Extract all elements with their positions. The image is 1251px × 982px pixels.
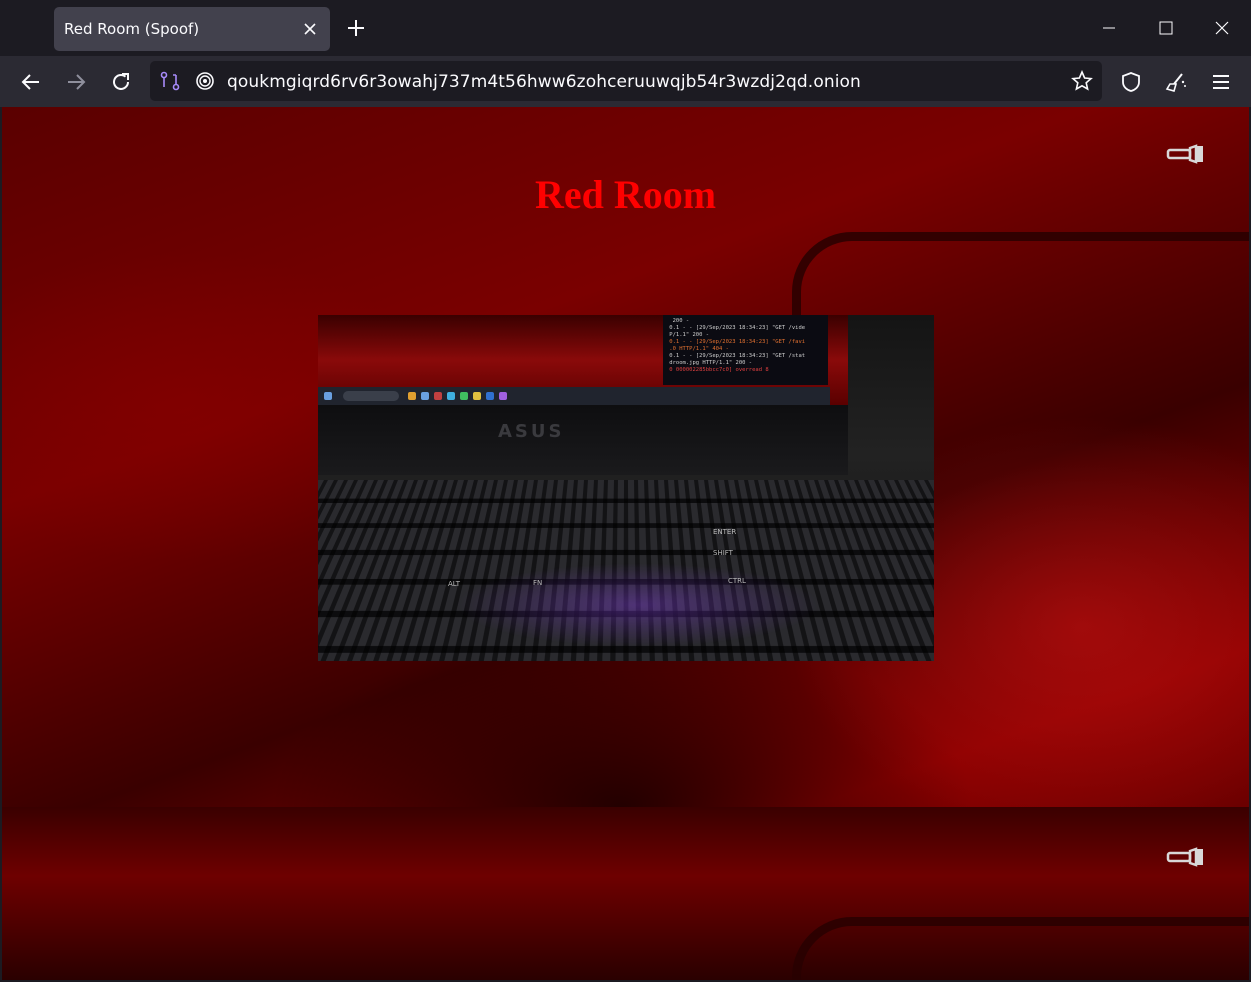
laptop-photo: 200 - 0.1 - - [29/Sep/2023 18:34:23] "GE…	[318, 315, 934, 661]
reload-icon[interactable]	[109, 70, 133, 94]
windows-start-icon	[324, 392, 332, 400]
key-label: CTRL	[728, 577, 746, 585]
app-icon	[421, 392, 429, 400]
close-window-icon[interactable]	[1212, 18, 1232, 38]
tor-circuit-icon[interactable]	[159, 70, 181, 92]
minimize-icon[interactable]	[1099, 18, 1119, 38]
photo-terminal: 200 - 0.1 - - [29/Sep/2023 18:34:23] "GE…	[663, 315, 828, 385]
terminal-line: 0.1 - - [29/Sep/2023 18:34:23] "GET /vid…	[666, 325, 806, 331]
url-text[interactable]: qoukmgiqrd6rv6r3owahj737m4t56hww6zohceru…	[227, 72, 861, 92]
tab-title: Red Room (Spoof)	[64, 20, 200, 38]
photo-taskbar-search	[343, 391, 399, 401]
forward-icon[interactable]	[64, 70, 88, 94]
app-icon	[499, 392, 507, 400]
app-icon	[447, 392, 455, 400]
onion-icon[interactable]	[194, 70, 216, 92]
nav-bar: qoukmgiqrd6rv6r3owahj737m4t56hww6zohceru…	[0, 56, 1251, 107]
photo-brand-logo: ASUS	[498, 421, 565, 442]
key-label: ALT	[448, 580, 461, 588]
photo-taskbar	[318, 387, 830, 405]
app-icon	[486, 392, 494, 400]
page-content: Red Room 200 - 0.1 - - [29/Sep/2023 18:3…	[2, 107, 1249, 980]
bookmark-star-icon[interactable]	[1071, 70, 1093, 92]
flashlight-icon[interactable]	[1166, 143, 1206, 165]
key-label: FN	[533, 579, 543, 587]
back-icon[interactable]	[19, 70, 43, 94]
app-icon	[460, 392, 468, 400]
flashlight-icon-bottom[interactable]	[1166, 846, 1206, 868]
maximize-icon[interactable]	[1156, 18, 1176, 38]
app-icon	[473, 392, 481, 400]
shield-icon[interactable]	[1119, 70, 1143, 94]
terminal-line: droom.jpg HTTP/1.1" 200 -	[666, 360, 753, 366]
background-bedframe-lower	[792, 917, 1249, 980]
terminal-line: 0.1 - - [29/Sep/2023 18:34:23] "GET /fav…	[666, 339, 806, 345]
page-title: Red Room	[534, 172, 717, 217]
new-identity-broom-icon[interactable]	[1164, 70, 1188, 94]
menu-icon[interactable]	[1209, 70, 1233, 94]
new-tab-icon[interactable]	[344, 16, 368, 40]
terminal-line: P/1.1" 200 -	[666, 332, 710, 338]
url-bar[interactable]: qoukmgiqrd6rv6r3owahj737m4t56hww6zohceru…	[150, 61, 1102, 101]
terminal-line: 0 000002285bbcc7c0] overread 8	[666, 367, 769, 373]
key-label: SHIFT	[713, 549, 733, 557]
key-label: ENTER	[713, 528, 737, 536]
app-icon	[434, 392, 442, 400]
photo-keyboard-glow	[318, 545, 934, 661]
tab-active[interactable]: Red Room (Spoof)	[54, 7, 330, 51]
terminal-line: 200 -	[666, 318, 690, 324]
terminal-line: 0.1 - - [29/Sep/2023 18:34:23] "GET /sta…	[666, 353, 806, 359]
terminal-line: .0 HTTP/1.1" 404 -	[666, 346, 729, 352]
tab-strip: Red Room (Spoof)	[0, 0, 1251, 56]
app-icon	[408, 392, 416, 400]
photo-laptop-bezel	[318, 405, 848, 475]
close-tab-icon[interactable]	[300, 19, 320, 39]
